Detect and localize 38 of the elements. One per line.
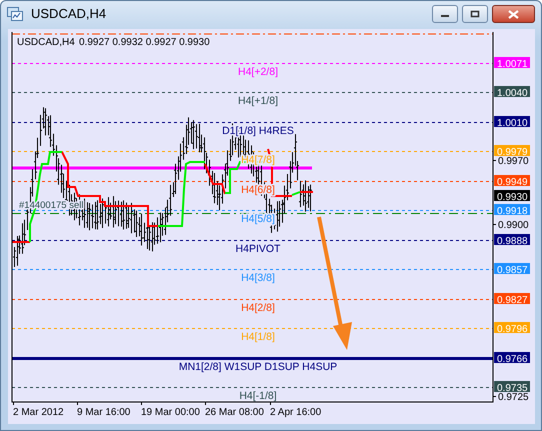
price-tick-label: 0.9970: [498, 156, 529, 167]
symbol-label: USDCAD,H4: [17, 37, 75, 48]
price-tag: 0.9735: [494, 381, 530, 394]
quote-text: 0.9927 0.9932 0.9927 0.9930: [79, 37, 210, 48]
price-tag: 0.9949: [494, 175, 530, 188]
maximize-icon: [470, 10, 480, 18]
price-tag: 0.9930: [494, 190, 530, 203]
window-title: USDCAD,H4: [31, 5, 108, 24]
price-tag: 0.9827: [494, 293, 530, 306]
time-label: 19 Mar 00:00: [141, 407, 200, 418]
close-button[interactable]: [492, 5, 535, 23]
time-label: 9 Mar 16:00: [77, 407, 130, 418]
level-label: H4[3/8]: [241, 272, 275, 284]
price-tag: 0.9888: [494, 234, 530, 247]
time-label: 2 Mar 2012: [13, 407, 64, 418]
level-label: H4[+1/8]: [238, 95, 278, 107]
time-label: 26 Mar 08:00: [205, 407, 264, 418]
price-tag: 0.9979: [494, 145, 530, 158]
level-label: MN1[2/8] W1SUP D1SUP H4SUP: [178, 361, 338, 373]
price-tag: 1.0071: [494, 57, 530, 70]
level-label: H4[1/8]: [241, 331, 275, 343]
maximize-button[interactable]: [462, 5, 488, 23]
price-tag: 0.9766: [494, 352, 530, 365]
price-tag: 0.9796: [494, 322, 530, 335]
price-tick-label: 0.9900: [498, 220, 529, 231]
price-tick-label: 0.9725: [498, 392, 529, 403]
price-tag: 0.9918: [494, 204, 530, 217]
level-label: H4PIVOT: [236, 243, 280, 255]
chart-window-icon: [7, 7, 23, 21]
level-label: H4[2/8]: [241, 302, 275, 314]
level-label: H4[+2/8]: [238, 66, 278, 78]
price-tag: 0.9857: [494, 263, 530, 276]
close-icon: [508, 10, 519, 18]
price-tag: 1.0010: [494, 116, 530, 129]
price-tag: 1.0040: [494, 86, 530, 99]
minimize-button[interactable]: [432, 5, 458, 23]
level-label: H4[-1/8]: [239, 390, 277, 402]
time-label: 2 Apr 16:00: [270, 407, 322, 418]
